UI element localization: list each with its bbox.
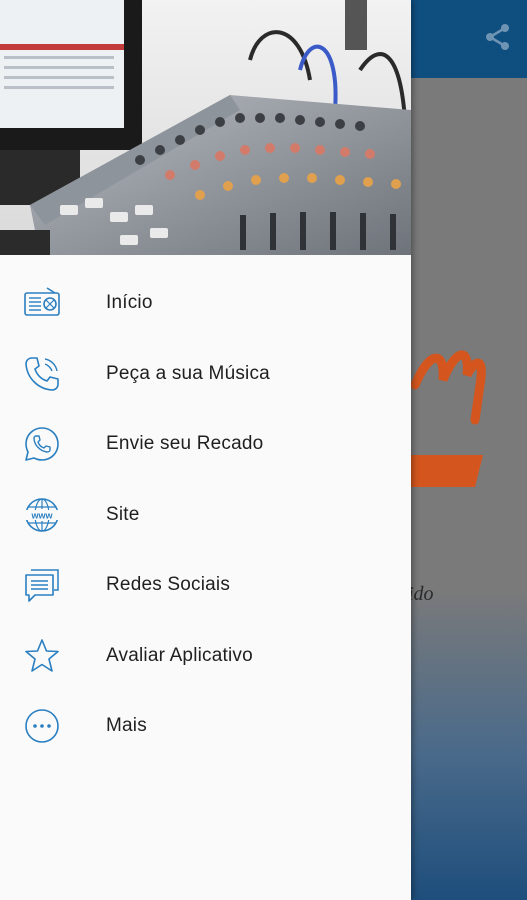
menu-item-label: Início	[106, 292, 153, 314]
menu-item-site[interactable]: www Site	[0, 480, 411, 551]
more-icon	[22, 706, 62, 746]
star-icon	[22, 636, 62, 676]
drawer-header-image	[0, 0, 411, 255]
whatsapp-icon	[22, 424, 62, 464]
chat-bubbles-icon	[22, 565, 62, 605]
mixing-console-photo	[0, 0, 411, 255]
menu-item-redes-sociais[interactable]: Redes Sociais	[0, 550, 411, 621]
menu-item-label: Site	[106, 503, 140, 525]
menu-item-label: Avaliar Aplicativo	[106, 644, 253, 666]
menu-item-label: Envie seu Recado	[106, 433, 264, 455]
menu-item-avaliar-aplicativo[interactable]: Avaliar Aplicativo	[0, 621, 411, 692]
menu-item-label: Redes Sociais	[106, 574, 231, 596]
menu-item-mais[interactable]: Mais	[0, 691, 411, 762]
radio-icon	[22, 283, 62, 323]
globe-www-icon: www	[22, 495, 62, 535]
menu-item-label: Peça a sua Música	[106, 362, 270, 384]
menu-item-label: Mais	[106, 715, 147, 737]
tagline-fragment: ido	[408, 583, 434, 605]
menu-item-inicio[interactable]: Início	[0, 268, 411, 339]
phone-icon	[22, 354, 62, 394]
station-logo	[405, 350, 486, 487]
menu-item-envie-recado[interactable]: Envie seu Recado	[0, 409, 411, 480]
svg-text:www: www	[30, 510, 53, 520]
menu-item-peca-musica[interactable]: Peça a sua Música	[0, 339, 411, 410]
drawer-menu: Início Peça a sua Música Envie seu Recad…	[0, 268, 411, 762]
share-icon[interactable]	[483, 22, 513, 52]
navigation-drawer: Início Peça a sua Música Envie seu Recad…	[0, 0, 411, 900]
